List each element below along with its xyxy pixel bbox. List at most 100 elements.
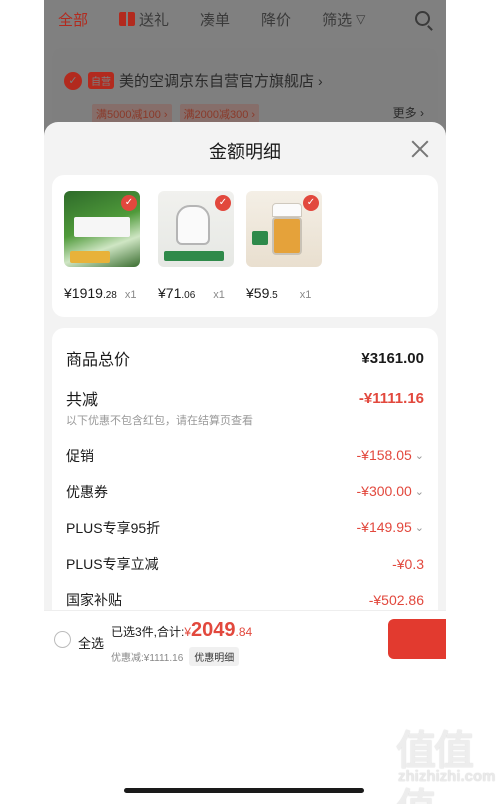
- filter-tabbar: 全部 送礼 凑单 降价 筛选 ▽: [44, 0, 446, 38]
- tab-price-drop[interactable]: 降价: [261, 9, 291, 30]
- checked-icon[interactable]: ✓: [215, 195, 231, 211]
- store-header[interactable]: ✓ 自营 美的空调京东自营官方旗舰店 ›: [64, 70, 323, 91]
- products-card: ✓ ¥1919.28 x1 ✓ ¥71.06 x1 ✓ ¥59.5 x1: [52, 175, 438, 317]
- checked-icon[interactable]: ✓: [121, 195, 137, 211]
- discount-value-group: -¥158.05 ⌄: [357, 447, 425, 465]
- discount-label: PLUS专享95折: [66, 520, 161, 536]
- more-link[interactable]: 更多 ›: [393, 104, 424, 121]
- selected-count-text: 已选3件,合计:: [111, 625, 185, 639]
- watermark-domain: zhizhizhi.com: [398, 768, 496, 785]
- tab-label: 全部: [58, 11, 89, 29]
- filter-icon: ▽: [356, 12, 366, 26]
- discount-note: 以下优惠不包含红包，请在结算页查看: [66, 415, 253, 427]
- select-all-radio[interactable]: [54, 631, 71, 648]
- product-image: ✓: [64, 191, 140, 267]
- product-image-detail: [70, 251, 110, 263]
- discount-value: -¥300.00: [356, 483, 412, 499]
- tab-label: 降价: [261, 11, 292, 29]
- product-quantity: x1: [124, 289, 137, 301]
- product-image-detail: [74, 217, 130, 237]
- discount-value: -¥502.86: [368, 592, 424, 608]
- total-integer: 2049: [191, 619, 236, 641]
- tab-all[interactable]: 全部: [58, 9, 88, 30]
- store-name[interactable]: 美的空调京东自营官方旗舰店: [119, 70, 314, 91]
- search-icon[interactable]: [415, 11, 430, 26]
- checkout-button[interactable]: [388, 619, 446, 659]
- goods-total-label: 商品总价: [66, 352, 131, 369]
- price-integer: ¥71: [158, 285, 182, 301]
- discount-summary-text: 优惠减:¥1111.16: [111, 653, 184, 664]
- tab-label: 送礼: [139, 11, 170, 29]
- home-indicator-area: [44, 670, 446, 804]
- store-coupons: 满5000减100 › 满2000减300 ›: [92, 104, 267, 124]
- total-discount-row: 共减 -¥1111.16: [66, 386, 424, 410]
- close-icon[interactable]: [410, 139, 430, 159]
- product-image-detail: [272, 217, 302, 255]
- product-price-line: ¥59.5 x1: [246, 285, 336, 301]
- checked-icon[interactable]: ✓: [303, 195, 319, 211]
- self-operated-badge: 自营: [88, 72, 114, 89]
- coupon-tag[interactable]: 满2000减300 ›: [179, 104, 260, 124]
- tab-label: 凑单: [200, 11, 231, 29]
- tab-bundle[interactable]: 凑单: [200, 9, 230, 30]
- discount-label: 国家补贴: [66, 592, 122, 608]
- goods-total-row: 商品总价 ¥3161.00: [66, 346, 424, 370]
- total-decimal: .84: [235, 625, 253, 639]
- product-price: ¥1919.28: [64, 285, 117, 301]
- currency-symbol: ¥: [184, 625, 192, 639]
- goods-total-value: ¥3161.00: [361, 349, 424, 367]
- discount-row-promotion[interactable]: 促销 -¥158.05 ⌄: [66, 446, 424, 466]
- screenshot-margin-right: [446, 0, 500, 804]
- tab-gift[interactable]: 送礼: [119, 9, 169, 30]
- discount-row-plus-95[interactable]: PLUS专享95折 -¥149.95 ⌄: [66, 518, 424, 538]
- discount-value-group: -¥149.95 ⌄: [357, 519, 425, 537]
- product-item[interactable]: ✓ ¥71.06 x1: [158, 191, 248, 301]
- watermark-logo: 值值值: [396, 728, 474, 804]
- chevron-right-icon: ›: [318, 72, 323, 89]
- discount-row-plus-reduce: PLUS专享立减 -¥0.3: [66, 554, 424, 574]
- product-image: ✓: [158, 191, 234, 267]
- product-item[interactable]: ✓ ¥1919.28 x1: [64, 191, 154, 301]
- sheet-title: 金额明细: [209, 142, 281, 162]
- discount-summary: 优惠减:¥1111.16 优惠明细: [111, 647, 240, 666]
- select-all-label[interactable]: 全选: [78, 633, 104, 652]
- product-item[interactable]: ✓ ¥59.5 x1: [246, 191, 336, 301]
- tab-label: 筛选: [322, 11, 353, 29]
- phone-screen: 全部 送礼 凑单 降价 筛选 ▽ ✓ 自营 美的空调京东自营官方旗舰店 › 满50…: [44, 0, 446, 804]
- discount-value: -¥0.3: [392, 556, 424, 572]
- tab-filter[interactable]: 筛选 ▽: [322, 9, 365, 30]
- total-discount-label: 共减: [66, 392, 99, 409]
- total-discount-value: -¥1111.16: [358, 389, 424, 407]
- discount-row-coupon[interactable]: 优惠券 -¥300.00 ⌄: [66, 482, 424, 502]
- gift-icon: [119, 12, 136, 26]
- product-image: ✓: [246, 191, 322, 267]
- chevron-down-icon[interactable]: ⌄: [415, 485, 424, 498]
- product-image-detail: [252, 231, 268, 245]
- site-watermark: 值值值 zhizhizhi.com: [396, 718, 500, 804]
- chevron-down-icon[interactable]: ⌄: [415, 521, 424, 534]
- price-decimal: .5: [269, 290, 278, 301]
- chevron-down-icon[interactable]: ⌄: [415, 449, 424, 462]
- product-image-detail: [272, 203, 302, 217]
- price-decimal: .06: [181, 290, 196, 301]
- discount-row-national-subsidy: 国家补贴 -¥502.86: [66, 590, 424, 610]
- price-decimal: .28: [102, 290, 117, 301]
- product-quantity: x1: [213, 289, 225, 301]
- product-price-line: ¥71.06 x1: [158, 285, 248, 301]
- coupon-tag[interactable]: 满5000减100 ›: [92, 104, 172, 124]
- checked-icon[interactable]: ✓: [64, 71, 82, 90]
- price-integer: ¥1919: [64, 285, 103, 301]
- discount-label: 优惠券: [66, 484, 108, 500]
- discount-value-group: -¥300.00 ⌄: [357, 483, 425, 501]
- discount-label: 促销: [66, 448, 94, 464]
- screenshot-margin-left: [0, 0, 44, 804]
- product-image-detail: [176, 205, 210, 245]
- discount-detail-button[interactable]: 优惠明细: [189, 647, 240, 666]
- discount-value: -¥158.05: [356, 447, 412, 463]
- home-indicator: [124, 788, 364, 793]
- checkout-bar: 全选 已选3件,合计: ¥ 2049 .84 优惠减:¥1111.16 优惠明细: [44, 610, 446, 670]
- price-integer: ¥59: [246, 285, 270, 301]
- discount-value: -¥149.95: [356, 519, 412, 535]
- discount-label: PLUS专享立减: [66, 556, 159, 572]
- product-price-line: ¥1919.28 x1: [64, 285, 154, 301]
